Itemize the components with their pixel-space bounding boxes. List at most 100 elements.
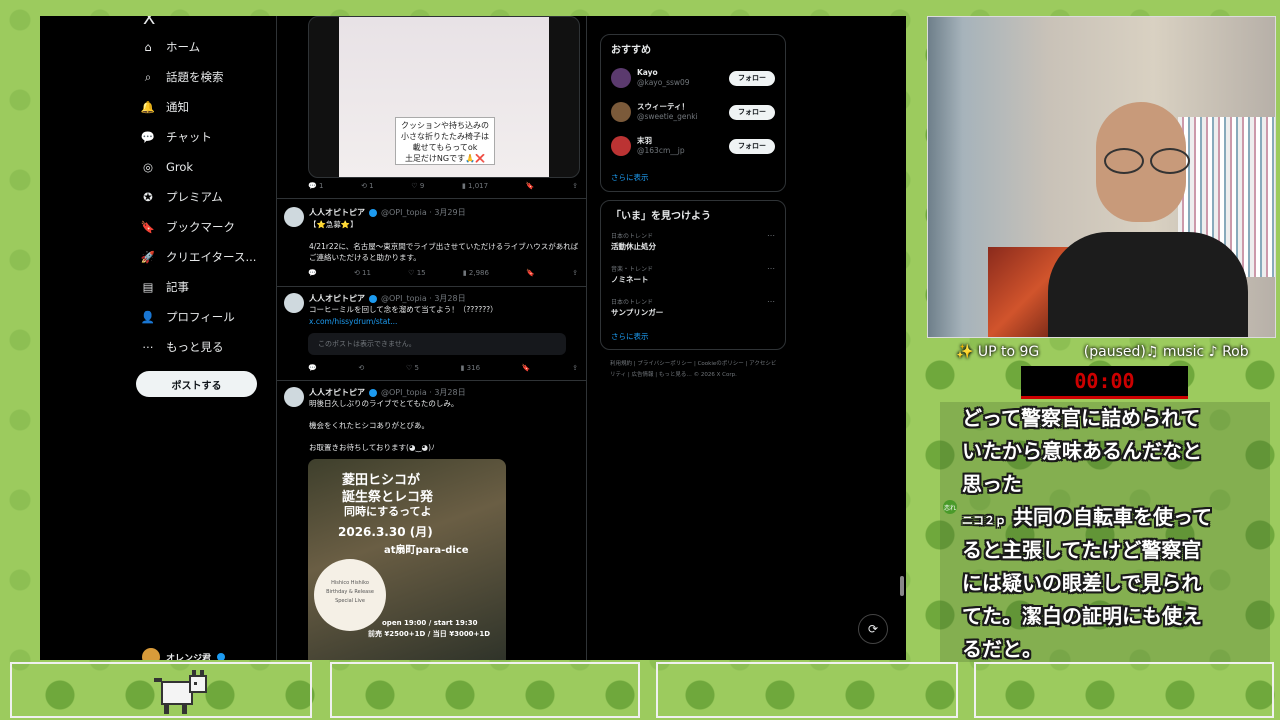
reply-icon[interactable]: 💬 1 xyxy=(308,182,323,190)
bookmark-icon[interactable]: 🔖 xyxy=(526,269,535,277)
recommend-item[interactable]: スウィーティ！ @sweetie_genki フォロー xyxy=(611,99,775,125)
follow-button[interactable]: フォロー xyxy=(729,138,775,154)
avatar xyxy=(142,648,160,660)
x-logo[interactable]: X xyxy=(143,16,155,29)
views-icon[interactable]: ▮ 2,986 xyxy=(463,269,489,277)
event-poster-image[interactable]: 菱田ヒシコが 誕生祭とレコ発 同時にするってよ 2026.3.30 (月) at… xyxy=(308,459,506,660)
avatar[interactable] xyxy=(611,102,631,122)
tweet-handle[interactable]: @OPI_topia · 3月28日 xyxy=(381,293,466,304)
sidebar-item-label: プレミアム xyxy=(166,190,223,204)
tweet-author[interactable]: 人人オピトピア xyxy=(309,387,365,398)
footer-links[interactable]: 利用規約 | プライバシーポリシー | Cookieのポリシー | アクセシビリ… xyxy=(610,359,780,381)
tweet-link[interactable]: x.com/hissydrum/stat... xyxy=(309,316,579,327)
views-icon[interactable]: ▮ 1,017 xyxy=(462,182,488,190)
sidebar-item-8[interactable]: 🚀 クリエイタース... xyxy=(140,244,257,270)
avatar[interactable] xyxy=(284,293,304,313)
bookmark-icon[interactable]: 🔖 xyxy=(526,182,535,190)
more-options-icon[interactable]: ⋯ xyxy=(767,297,775,306)
recommend-handle: @sweetie_genki xyxy=(637,112,698,121)
tweet-handle[interactable]: @OPI_topia · 3月29日 xyxy=(381,207,466,218)
more-options-icon[interactable]: ⋯ xyxy=(767,264,775,273)
sidebar-item-label: クリエイタース... xyxy=(166,250,257,264)
trend-name: 活動休止処分 xyxy=(611,242,656,251)
poster-badge: Hishico Hishiko Birthday & Release Speci… xyxy=(314,559,386,631)
like-icon[interactable]: ♡ 5 xyxy=(406,364,419,372)
retweet-icon[interactable]: ⟲ 1 xyxy=(361,182,374,190)
scrollbar[interactable] xyxy=(900,576,904,596)
poster-venue: at扇町para-dice xyxy=(384,545,469,556)
sidebar-item-11[interactable]: ⋯ もっと見る xyxy=(140,334,224,360)
sidebar-item-label: Grok xyxy=(166,160,194,174)
chat-message: 思った xyxy=(962,472,1022,496)
follow-button[interactable]: フォロー xyxy=(729,104,775,120)
like-icon[interactable]: ♡ 9 xyxy=(411,182,424,190)
retweet-icon[interactable]: ⟲ 11 xyxy=(354,269,371,277)
sidebar-item-7[interactable]: 🔖 ブックマーク xyxy=(140,214,235,240)
trend-item[interactable]: 音楽・トレンド ノミネート ⋯ xyxy=(611,264,775,285)
overlay-frame xyxy=(330,662,640,718)
retweet-icon[interactable]: ⟲ xyxy=(358,364,364,372)
post-button[interactable]: ポストする xyxy=(136,371,257,397)
share-icon[interactable]: ⇪ xyxy=(572,269,578,277)
tweet-actions: 💬 1 ⟲ 1 ♡ 9 ▮ 1,017 🔖 ⇪ xyxy=(308,182,578,190)
sidebar-item-label: 通知 xyxy=(166,100,189,114)
tweet-author[interactable]: 人人オピトピア xyxy=(309,293,365,304)
bookmark-icon[interactable]: 🔖 xyxy=(522,364,531,372)
sidebar-item-6[interactable]: ✪ プレミアム xyxy=(140,184,223,210)
grok-float-button[interactable]: ⟳ xyxy=(858,614,888,644)
recommend-item[interactable]: 末羽 @163cm__jp フォロー xyxy=(611,133,775,159)
tweet[interactable]: 人人オピトピア @OPI_topia · 3月28日 コーヒーミルを回して念を溜… xyxy=(276,286,586,381)
avatar[interactable] xyxy=(611,136,631,156)
sidebar-item-label: 記事 xyxy=(166,280,189,294)
poster-line: 同時にするってよ xyxy=(344,505,432,518)
tweet-author[interactable]: 人人オピトピア xyxy=(309,207,365,218)
tweet-image[interactable]: クッションや持ち込みの 小さな折りたたみ椅子は 載せてもらってok 土足だけNG… xyxy=(308,16,580,178)
avatar[interactable] xyxy=(284,387,304,407)
share-icon[interactable]: ⇪ xyxy=(572,182,578,190)
overlay-frame xyxy=(656,662,958,718)
recommend-item[interactable]: Kayo @kayo_ssw09 フォロー xyxy=(611,65,775,91)
views-icon[interactable]: ▮ 316 xyxy=(461,364,480,372)
reply-icon[interactable]: 💬 xyxy=(308,364,317,372)
pixel-cat-sprite xyxy=(154,670,207,714)
recommend-title: おすすめ xyxy=(611,45,651,56)
more-options-icon[interactable]: ⋯ xyxy=(767,231,775,240)
chat-message: どって警察官に詰められて xyxy=(962,406,1201,430)
sidebar-item-3[interactable]: 🔔 通知 xyxy=(140,94,189,120)
sidebar-item-label: プロフィール xyxy=(166,310,235,324)
sidebar-item-9[interactable]: ▤ 記事 xyxy=(140,274,189,300)
sidebar-item-4[interactable]: 💬 チャット xyxy=(140,124,212,150)
sidebar-item-5[interactable]: ◎ Grok xyxy=(140,154,193,180)
recommend-handle: @163cm__jp xyxy=(637,146,685,155)
sidebar-item-1[interactable]: ⌂ ホーム xyxy=(140,34,200,60)
show-more-link[interactable]: さらに表示 xyxy=(611,331,649,342)
tweet-handle[interactable]: @OPI_topia · 3月28日 xyxy=(381,387,466,398)
trend-name: ノミネート xyxy=(611,275,649,284)
trend-item[interactable]: 日本のトレンド 活動休止処分 ⋯ xyxy=(611,231,775,252)
reply-icon[interactable]: 💬 xyxy=(308,269,317,277)
avatar[interactable] xyxy=(284,207,304,227)
sidebar-item-10[interactable]: 👤 プロフィール xyxy=(140,304,235,330)
trend-item[interactable]: 日本のトレンド サンプリンガー ⋯ xyxy=(611,297,775,318)
sidebar-item-label: チャット xyxy=(166,130,212,144)
trends-title: 「いま」を見つけよう xyxy=(611,211,711,222)
sidebar-item-2[interactable]: ⌕ 話題を検索 xyxy=(140,64,224,90)
sidebar-item-label: ホーム xyxy=(166,40,201,54)
bell-icon: 🔔 xyxy=(140,100,156,114)
avatar[interactable] xyxy=(611,68,631,88)
sidebar-item-label: もっと見る xyxy=(166,340,224,354)
tweet-header: 人人オピトピア @OPI_topia · 3月28日 xyxy=(309,293,466,304)
hidden-quote-notice: このポストは表示できません。 xyxy=(308,333,566,355)
x-browser-window: X ⌂ ホーム ⌕ 話題を検索 🔔 通知 💬 チャット ◎ Grok ✪ プレミアム 🔖 ブックマーク 🚀 ク… xyxy=(40,16,906,660)
timeline: クッションや持ち込みの 小さな折りたたみ椅子は 載せてもらってok 土足だけNG… xyxy=(276,16,587,660)
tweet-actions: 💬 ⟲ ♡ 5 ▮ 316 🔖 ⇪ xyxy=(308,364,578,372)
follow-button[interactable]: フォロー xyxy=(729,70,775,86)
recommend-panel: おすすめ Kayo @kayo_ssw09 フォロー スウィーティ！ @sweetie_… xyxy=(600,34,786,192)
tweet-text: コーヒーミルを回して念を溜めて当てよう！（??????） xyxy=(309,305,498,314)
share-icon[interactable]: ⇪ xyxy=(572,364,578,372)
show-more-link[interactable]: さらに表示 xyxy=(611,172,649,183)
account-switcher[interactable]: オレンジ君 xyxy=(142,648,226,660)
verified-icon xyxy=(217,653,226,660)
tweet[interactable]: 人人オピトピア @OPI_topia · 3月29日 【⭐急募⭐】 4/21r2… xyxy=(276,198,586,287)
like-icon[interactable]: ♡ 15 xyxy=(408,269,425,277)
